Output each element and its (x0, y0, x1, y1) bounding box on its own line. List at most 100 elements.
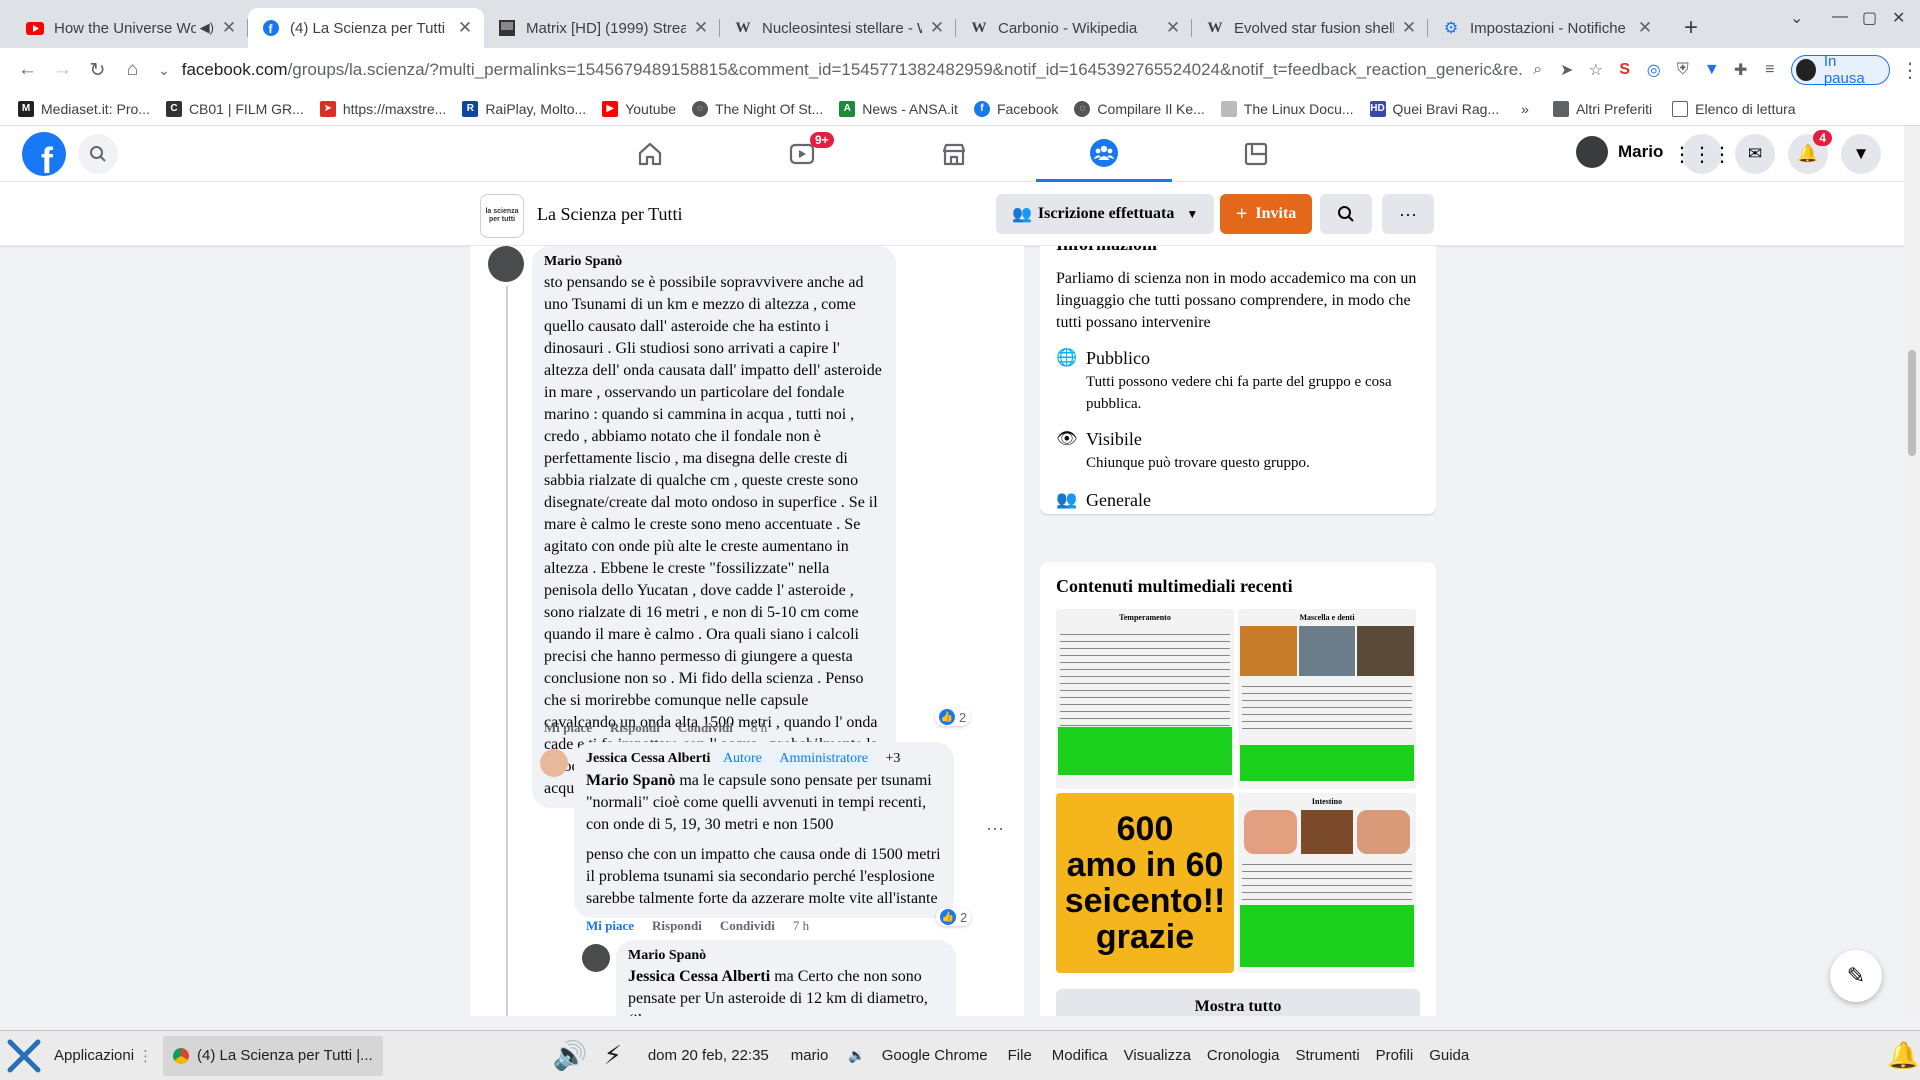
volume-icon[interactable]: 🔊 (553, 1039, 588, 1072)
comment-author[interactable]: Jessica Cessa Alberti (586, 751, 710, 766)
bookmark-star-icon[interactable]: ☆ (1582, 55, 1609, 85)
comment-author[interactable]: Mario Spanò (544, 254, 884, 270)
extension-s-icon[interactable]: S (1611, 55, 1638, 85)
close-tab-icon[interactable]: ✕ (1164, 18, 1182, 38)
forward-icon[interactable]: → (49, 55, 76, 85)
back-icon[interactable]: ← (14, 55, 41, 85)
group-thumbnail[interactable]: la scienza per tutti (480, 194, 524, 238)
notification-bell-icon[interactable]: 🔔 (1887, 1040, 1919, 1071)
profile-shortcut[interactable]: Mario (1576, 136, 1663, 168)
group-search-button[interactable] (1320, 194, 1372, 234)
author-badge[interactable]: Autore (717, 750, 767, 768)
bookmark-item[interactable]: ◌ Compilare Il Ke... (1074, 100, 1205, 117)
close-tab-icon[interactable]: ✕ (692, 18, 710, 38)
zoom-icon[interactable]: ⌕ (1524, 55, 1551, 85)
scrollbar-thumb[interactable] (1908, 350, 1916, 456)
joined-button[interactable]: 👥 Iscrizione effettuata ▼ (996, 194, 1215, 234)
bookmarks-overflow-button[interactable]: » (1521, 101, 1529, 117)
speaker-icon[interactable]: ◀) (200, 20, 214, 36)
invite-button[interactable]: + Invita (1220, 194, 1313, 234)
battery-icon[interactable]: ⚡ (604, 1040, 622, 1071)
extension-shield-icon[interactable]: ⛨ (1669, 55, 1696, 85)
browser-tab[interactable]: W Nucleosintesi stellare - Wi ✕ (720, 8, 956, 48)
menu-grid-button[interactable]: ⋮⋮⋮ (1672, 134, 1732, 174)
browser-tab[interactable]: How the Universe Work ◀) ✕ (12, 8, 248, 48)
close-tab-icon[interactable]: ✕ (1636, 18, 1654, 38)
global-menu-item[interactable]: Profili (1376, 1047, 1414, 1064)
extension-bucket-icon[interactable]: ▼ (1698, 55, 1725, 85)
reload-icon[interactable]: ↻ (84, 55, 111, 85)
reply-link[interactable]: Rispondi (610, 720, 660, 736)
global-menu-item[interactable]: Guida (1429, 1047, 1469, 1064)
account-menu-button[interactable]: ▼ (1841, 134, 1881, 174)
group-name[interactable]: La Scienza per Tutti (537, 204, 682, 225)
nav-gaming-tab[interactable] (1188, 126, 1324, 182)
share-link[interactable]: Condividi (720, 918, 775, 934)
bookmark-item[interactable]: C CB01 | FILM GR... (165, 100, 304, 117)
browser-tab[interactable]: Matrix [HD] (1999) Stream ✕ (484, 8, 720, 48)
comment-author[interactable]: Mario Spanò (628, 948, 944, 964)
new-tab-button[interactable]: + (1674, 11, 1708, 45)
clock[interactable]: dom 20 feb, 22:35 (648, 1047, 769, 1064)
page-scrollbar[interactable] (1904, 126, 1920, 1016)
other-bookmarks-folder[interactable]: Altri Preferiti (1552, 100, 1652, 117)
bookmark-item[interactable]: f Facebook (973, 100, 1058, 117)
bookmark-item[interactable]: The Linux Docu... (1220, 100, 1354, 117)
applications-menu[interactable]: Applicazioni (6, 1038, 134, 1074)
group-more-button[interactable]: ··· (1382, 194, 1434, 234)
like-link[interactable]: Mi piace (544, 720, 592, 736)
admin-badge[interactable]: Amministratore (774, 750, 873, 768)
facebook-logo-icon[interactable]: f (22, 132, 66, 176)
speaker-small-icon[interactable]: 🔉 (848, 1047, 865, 1064)
close-tab-icon[interactable]: ✕ (220, 18, 238, 38)
nav-groups-tab[interactable] (1036, 126, 1172, 182)
like-link[interactable]: Mi piace (586, 918, 634, 934)
close-tab-icon[interactable]: ✕ (456, 18, 474, 38)
bookmark-item[interactable]: R RaiPlay, Molto... (462, 100, 586, 117)
more-badges[interactable]: +3 (880, 750, 906, 768)
reaction-count[interactable]: 👍 2 (936, 908, 972, 926)
browser-tab[interactable]: W Carbonio - Wikipedia ✕ (956, 8, 1192, 48)
close-tab-icon[interactable]: ✕ (928, 18, 946, 38)
nav-marketplace-tab[interactable] (886, 126, 1022, 182)
extensions-puzzle-icon[interactable]: ✚ (1727, 55, 1754, 85)
media-thumbnail[interactable]: 600 amo in 60 seicento!! grazie (1056, 793, 1234, 973)
new-message-button[interactable]: ✎ (1830, 950, 1882, 1002)
bookmark-item[interactable]: ◌ The Night Of St... (692, 100, 823, 117)
comment-time[interactable]: 7 h (793, 918, 809, 934)
reaction-count[interactable]: 👍 2 (935, 708, 971, 726)
browser-tab-active[interactable]: f (4) La Scienza per Tutti | Fa ✕ (248, 8, 484, 48)
extension-circle-icon[interactable]: ◎ (1640, 55, 1667, 85)
bookmark-item[interactable]: ▶ Youtube (602, 100, 676, 117)
global-menu-item[interactable]: Visualizza (1124, 1047, 1191, 1064)
comment-time[interactable]: 8 h (751, 720, 767, 736)
global-menu-item[interactable]: Strumenti (1295, 1047, 1359, 1064)
browser-tab[interactable]: ⚙ Impostazioni - Notifiche ✕ (1428, 8, 1664, 48)
comment-options-icon[interactable]: ··· (986, 818, 1004, 839)
media-thumbnail[interactable]: Temperamento (1056, 609, 1234, 789)
notifications-button[interactable]: 🔔 4 (1788, 130, 1832, 174)
reply-link[interactable]: Rispondi (652, 918, 702, 934)
user-label[interactable]: mario (791, 1047, 829, 1064)
maximize-icon[interactable]: ▢ (1862, 8, 1877, 28)
search-icon[interactable] (78, 134, 118, 174)
address-bar[interactable]: ⌄ facebook.com/groups/la.scienza/?multi_… (158, 53, 1522, 87)
close-window-icon[interactable]: ✕ (1892, 8, 1905, 28)
share-link[interactable]: Condividi (678, 720, 733, 736)
bookmark-item[interactable]: HD Quei Bravi Rag... (1369, 100, 1499, 117)
avatar[interactable] (582, 944, 610, 972)
tab-search-icon[interactable]: ⌄ (1790, 8, 1803, 28)
close-tab-icon[interactable]: ✕ (1400, 18, 1418, 38)
bookmark-item[interactable]: ➤ https://maxstre... (319, 100, 446, 117)
media-thumbnail[interactable]: Mascella e denti (1238, 609, 1416, 789)
avatar[interactable] (488, 246, 524, 282)
taskbar-window-button[interactable]: (4) La Scienza per Tutti |... (163, 1035, 383, 1076)
media-thumbnail[interactable]: Intestino (1238, 793, 1416, 973)
global-menu-item[interactable]: Modifica (1052, 1047, 1108, 1064)
mention-link[interactable]: Mario Spanò (586, 772, 675, 789)
home-icon[interactable]: ⌂ (119, 55, 146, 85)
show-all-button[interactable]: Mostra tutto (1056, 989, 1420, 1016)
bookmark-item[interactable]: A News - ANSA.it (839, 100, 958, 117)
nav-watch-tab[interactable]: 9+ (734, 126, 870, 182)
messenger-button[interactable]: ✉ (1735, 134, 1775, 174)
